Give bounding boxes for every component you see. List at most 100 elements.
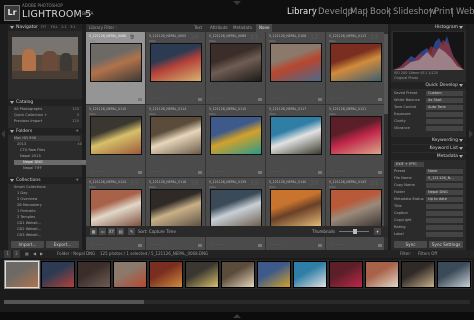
add-collection-icon[interactable]: + xyxy=(75,177,79,184)
filmstrip-cell[interactable] xyxy=(220,260,256,289)
photo-thumbnail[interactable] xyxy=(331,117,381,154)
zoom-3-1[interactable]: 3:1 xyxy=(70,24,76,31)
metadata-value[interactable] xyxy=(426,225,463,230)
grid-cell[interactable]: 5_121126_NEPAL_0113 DNG 13 · · · · · xyxy=(326,32,386,105)
collection-item[interactable]: 2 Overview xyxy=(14,197,83,202)
filmstrip-thumbnail[interactable] xyxy=(330,262,362,287)
photo-thumbnail[interactable] xyxy=(91,190,141,227)
filmstrip-cell[interactable] xyxy=(148,260,184,289)
rating-dots-icon[interactable]: · · · · · xyxy=(211,169,222,174)
grid-cell[interactable]: 5_121126_NEPAL_0143 DNG 21 · · · · · xyxy=(326,178,386,251)
metadata-value[interactable] xyxy=(426,183,463,188)
catalog-all-photographs[interactable]: All Photographs 125 xyxy=(14,107,80,112)
metadata-preset-select[interactable]: EXIF + IPTC xyxy=(394,162,463,167)
collection-item[interactable]: CD2 Websit... xyxy=(14,227,83,232)
collection-item[interactable]: 2 Temples xyxy=(14,215,83,220)
photo-thumbnail[interactable] xyxy=(271,44,321,81)
photo-thumbnail[interactable] xyxy=(271,117,321,154)
photo-thumbnail[interactable] xyxy=(91,44,141,81)
photo-thumbnail[interactable] xyxy=(151,190,201,227)
metadata-value[interactable]: Up to date xyxy=(426,197,463,202)
filter-attribute-tab[interactable]: Attribute xyxy=(210,24,228,32)
filmstrip-thumbnail[interactable] xyxy=(150,262,182,287)
keyword-list-header[interactable]: Keyword List xyxy=(391,145,466,152)
rating-dots-icon[interactable]: · · · · · xyxy=(271,169,282,174)
rating-dots-icon[interactable]: · · · · · xyxy=(211,96,222,101)
metadata-value[interactable]: 5_121126_N... xyxy=(426,176,463,181)
metadata-row[interactable]: Preset None xyxy=(394,169,463,174)
filmstrip-cell[interactable] xyxy=(76,260,112,289)
filmstrip-thumbnail[interactable] xyxy=(78,262,110,287)
grid-cell[interactable]: 5_121126_NEPAL_0089 DNG 11 · · · · · xyxy=(206,32,266,105)
grid-cell[interactable]: 5_121126_NEPAL_0140 DNG 20 · · · · · xyxy=(266,178,326,251)
survey-view-icon[interactable]: ▤ xyxy=(117,228,124,235)
back-arrow-icon[interactable]: ◀ xyxy=(33,250,36,258)
painter-icon[interactable]: ✎ xyxy=(128,228,135,235)
collection-item[interactable]: CD1 Websit... xyxy=(14,221,83,226)
secondary-window-2[interactable]: 2 xyxy=(13,250,20,258)
photo-thumbnail[interactable] xyxy=(331,44,381,81)
folder-item[interactable]: Nepal TIFF xyxy=(14,166,89,171)
grid-cell[interactable]: 5_121126_NEPAL_0118 DNG 18 · · · · · xyxy=(146,178,206,251)
catalog-previous-import[interactable]: Previous Import 125 xyxy=(14,119,80,124)
filmstrip-cell[interactable] xyxy=(328,260,364,289)
filmstrip-cell[interactable] xyxy=(184,260,220,289)
metadata-value[interactable] xyxy=(426,232,463,237)
collection-item[interactable]: Smart Collections xyxy=(14,185,80,190)
folder-item[interactable]: Nepal 2013 xyxy=(14,154,86,159)
metadata-row[interactable]: Rating xyxy=(394,225,463,230)
forward-arrow-icon[interactable]: ▶ xyxy=(40,250,43,258)
module-book[interactable]: Book xyxy=(370,7,391,17)
rating-dots-icon[interactable]: · · · · · xyxy=(331,96,342,101)
module-develop[interactable]: Develop xyxy=(318,7,353,17)
filmstrip-thumbnail[interactable] xyxy=(402,262,434,287)
photo-thumbnail[interactable] xyxy=(151,117,201,154)
filmstrip-thumbnail[interactable] xyxy=(186,262,218,287)
collection-item[interactable]: 2B Monastery xyxy=(14,203,83,208)
photo-thumbnail[interactable] xyxy=(331,190,381,227)
folder-volume[interactable]: Mac HD 998 xyxy=(14,136,80,141)
filmstrip-thumbnail[interactable] xyxy=(6,262,38,287)
add-folder-icon[interactable]: + xyxy=(75,128,79,135)
collapse-left-arrow-icon[interactable] xyxy=(1,130,5,138)
folder-item[interactable]: CTU Raw Files xyxy=(14,148,86,153)
collection-item[interactable]: 1 Portraits xyxy=(14,209,83,214)
export-button[interactable]: Export... xyxy=(46,241,79,248)
secondary-window-1[interactable]: 1 xyxy=(4,250,11,258)
metadata-row[interactable]: Folder Nepal DNG xyxy=(394,190,463,195)
folder-item-selected[interactable]: Nepal DNG 125 xyxy=(14,160,89,165)
photo-thumbnail[interactable] xyxy=(91,117,141,154)
collections-header[interactable]: Collections + xyxy=(8,177,82,184)
toolbar-menu-icon[interactable]: ▾ xyxy=(374,228,381,235)
sync-metadata-button[interactable]: Sync xyxy=(394,241,427,248)
grid-cell[interactable]: 5_121126_NEPAL_0106 DNG 12 · · · · · xyxy=(266,32,326,105)
zoom-fill[interactable]: FILL xyxy=(51,24,58,31)
loupe-view-icon[interactable]: ▭ xyxy=(99,228,106,235)
thumbnail-size-slider[interactable] xyxy=(339,229,369,234)
filmstrip-cell[interactable] xyxy=(436,260,472,289)
source-folder[interactable]: Folder : Nepal DNG xyxy=(57,250,95,258)
rating-dots-icon[interactable]: · · · · · xyxy=(91,242,102,247)
catalog-quick-collection[interactable]: Quick Collection +0 xyxy=(14,113,80,118)
collapse-right-arrow-icon[interactable] xyxy=(469,130,473,138)
scrollbar-thumb[interactable] xyxy=(4,300,144,304)
rating-dots-icon[interactable]: · · · · · xyxy=(271,96,282,101)
metadata-value[interactable]: Nepal DNG xyxy=(426,190,463,195)
rating-dots-icon[interactable]: · · · · · xyxy=(151,169,162,174)
filmstrip-thumbnail[interactable] xyxy=(366,262,398,287)
rating-dots-icon[interactable]: · · · · · xyxy=(91,169,102,174)
white-balance-row[interactable]: White Balance As Shot xyxy=(394,98,463,103)
rating-dots-icon[interactable]: · · · · · xyxy=(211,242,222,247)
metadata-row[interactable]: Metadata Status Up to date xyxy=(394,197,463,202)
folder-item[interactable]: 2013 40 xyxy=(14,142,83,147)
metadata-row[interactable]: File Name 5_121126_N... xyxy=(394,176,463,181)
grid-cell[interactable]: 5_121126_NEPAL_0121 DNG · · · · · xyxy=(326,105,386,178)
zoom-1-1[interactable]: 1:1 xyxy=(61,24,67,31)
import-button[interactable]: Import... xyxy=(11,241,44,248)
rating-dots-icon[interactable]: · · · · · xyxy=(151,96,162,101)
scrollbar-thumb[interactable] xyxy=(384,34,388,114)
tone-control-row[interactable]: Tone Control Auto Tone xyxy=(394,105,463,110)
grid-view-icon[interactable]: ▦ xyxy=(90,228,97,235)
metadata-value[interactable] xyxy=(426,211,463,216)
grid-cell[interactable]: 5_121126_NEPAL_0110 DNG · · · · · xyxy=(86,105,146,178)
